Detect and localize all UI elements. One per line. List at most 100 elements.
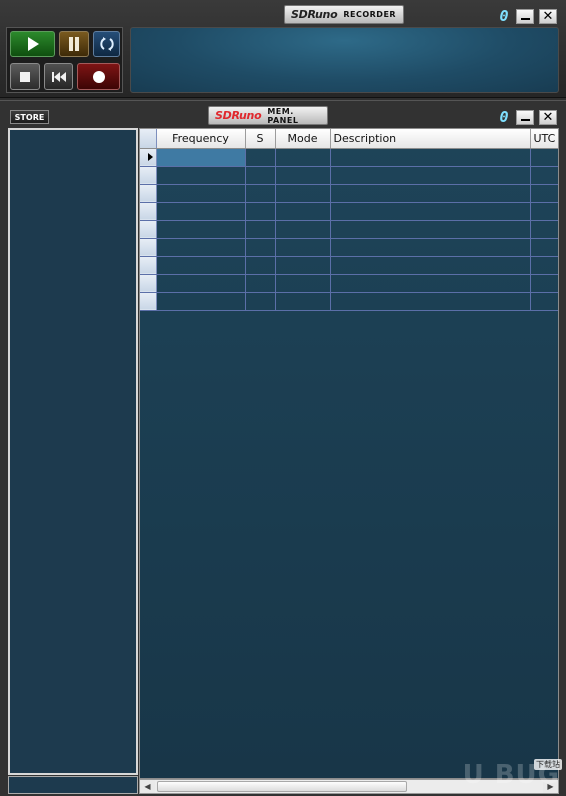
cell-frequency[interactable] — [156, 166, 246, 185]
cell-frequency[interactable] — [156, 220, 246, 239]
cell-description[interactable] — [330, 148, 531, 167]
table-row[interactable] — [140, 238, 558, 257]
loop-icon — [99, 37, 114, 51]
cell-description[interactable] — [330, 184, 531, 203]
table-row[interactable] — [140, 274, 558, 293]
current-row-arrow-icon — [148, 153, 153, 161]
table-row[interactable] — [140, 202, 558, 221]
stop-icon — [20, 71, 30, 82]
loop-button[interactable] — [93, 31, 120, 57]
play-icon — [27, 37, 39, 51]
cell-s[interactable] — [245, 238, 276, 257]
cell-utc[interactable] — [530, 274, 558, 293]
column-header-mode[interactable]: Mode — [275, 129, 331, 149]
cell-frequency[interactable] — [156, 148, 246, 167]
row-header[interactable] — [140, 202, 157, 221]
cell-s[interactable] — [245, 292, 276, 311]
cell-frequency[interactable] — [156, 184, 246, 203]
cell-description[interactable] — [330, 292, 531, 311]
rewind-button[interactable] — [44, 63, 73, 90]
record-button[interactable] — [77, 63, 120, 90]
memory-group-list-footer — [8, 776, 138, 794]
row-header[interactable] — [140, 292, 157, 311]
cell-utc[interactable] — [530, 292, 558, 311]
memory-grid: Frequency S Mode Description UTC — [139, 128, 559, 779]
cell-s[interactable] — [245, 220, 276, 239]
minimize-icon — [520, 18, 530, 20]
stop-button[interactable] — [10, 63, 40, 90]
cell-description[interactable] — [330, 256, 531, 275]
column-header-frequency[interactable]: Frequency — [156, 129, 246, 149]
pause-icon — [69, 37, 79, 51]
row-header[interactable] — [140, 148, 157, 167]
cell-utc[interactable] — [530, 220, 558, 239]
cell-mode[interactable] — [275, 184, 331, 203]
recorder-title-badge: SDRuno RECORDER — [284, 5, 404, 24]
close-icon: ✕ — [542, 109, 554, 125]
recorder-display — [130, 27, 559, 93]
cell-description[interactable] — [330, 274, 531, 293]
cell-mode[interactable] — [275, 274, 331, 293]
table-row[interactable] — [140, 256, 558, 275]
cell-frequency[interactable] — [156, 238, 246, 257]
cell-mode[interactable] — [275, 292, 331, 311]
cell-description[interactable] — [330, 166, 531, 185]
cell-mode[interactable] — [275, 256, 331, 275]
row-header[interactable] — [140, 220, 157, 239]
memory-group-list[interactable] — [8, 128, 138, 775]
cell-description[interactable] — [330, 220, 531, 239]
mem-panel-close-button[interactable]: ✕ — [539, 109, 557, 125]
cell-frequency[interactable] — [156, 292, 246, 311]
table-row[interactable] — [140, 292, 558, 311]
record-icon — [92, 70, 105, 83]
cell-mode[interactable] — [275, 166, 331, 185]
cell-mode[interactable] — [275, 202, 331, 221]
cell-utc[interactable] — [530, 184, 558, 203]
table-row[interactable] — [140, 184, 558, 203]
cell-s[interactable] — [245, 184, 276, 203]
cell-mode[interactable] — [275, 220, 331, 239]
cell-utc[interactable] — [530, 166, 558, 185]
table-row[interactable] — [140, 166, 558, 185]
scroll-thumb[interactable] — [157, 781, 407, 792]
cell-frequency[interactable] — [156, 202, 246, 221]
row-header[interactable] — [140, 166, 157, 185]
table-row[interactable] — [140, 148, 558, 167]
cell-utc[interactable] — [530, 238, 558, 257]
column-header-description[interactable]: Description — [330, 129, 531, 149]
recorder-segment-digit: 0 — [499, 7, 509, 25]
cell-frequency[interactable] — [156, 256, 246, 275]
cell-utc[interactable] — [530, 148, 558, 167]
cell-mode[interactable] — [275, 238, 331, 257]
mem-panel-minimize-button[interactable] — [516, 109, 534, 125]
mem-panel-title-badge: SDRuno MEM. PANEL — [208, 106, 328, 125]
cell-s[interactable] — [245, 274, 276, 293]
cell-utc[interactable] — [530, 202, 558, 221]
cell-s[interactable] — [245, 166, 276, 185]
recorder-minimize-button[interactable] — [516, 8, 534, 24]
row-header[interactable] — [140, 184, 157, 203]
cell-mode[interactable] — [275, 148, 331, 167]
row-header[interactable] — [140, 256, 157, 275]
transport-button-panel — [6, 27, 123, 93]
row-header[interactable] — [140, 238, 157, 257]
cell-frequency[interactable] — [156, 274, 246, 293]
scroll-left-icon[interactable]: ◀ — [140, 780, 155, 793]
store-button[interactable]: STORE — [10, 110, 49, 124]
column-header-s[interactable]: S — [245, 129, 276, 149]
cell-utc[interactable] — [530, 256, 558, 275]
mem-panel-title: MEM. PANEL — [267, 106, 299, 125]
close-icon: ✕ — [542, 8, 554, 24]
row-header[interactable] — [140, 274, 157, 293]
cell-s[interactable] — [245, 202, 276, 221]
table-row[interactable] — [140, 220, 558, 239]
pause-button[interactable] — [59, 31, 89, 57]
cell-description[interactable] — [330, 238, 531, 257]
cell-description[interactable] — [330, 202, 531, 221]
cell-s[interactable] — [245, 148, 276, 167]
recorder-window: SDRuno RECORDER 0 ✕ — [0, 0, 566, 98]
column-header-utc[interactable]: UTC — [530, 129, 558, 149]
recorder-close-button[interactable]: ✕ — [539, 8, 557, 24]
play-button[interactable] — [10, 31, 55, 57]
cell-s[interactable] — [245, 256, 276, 275]
